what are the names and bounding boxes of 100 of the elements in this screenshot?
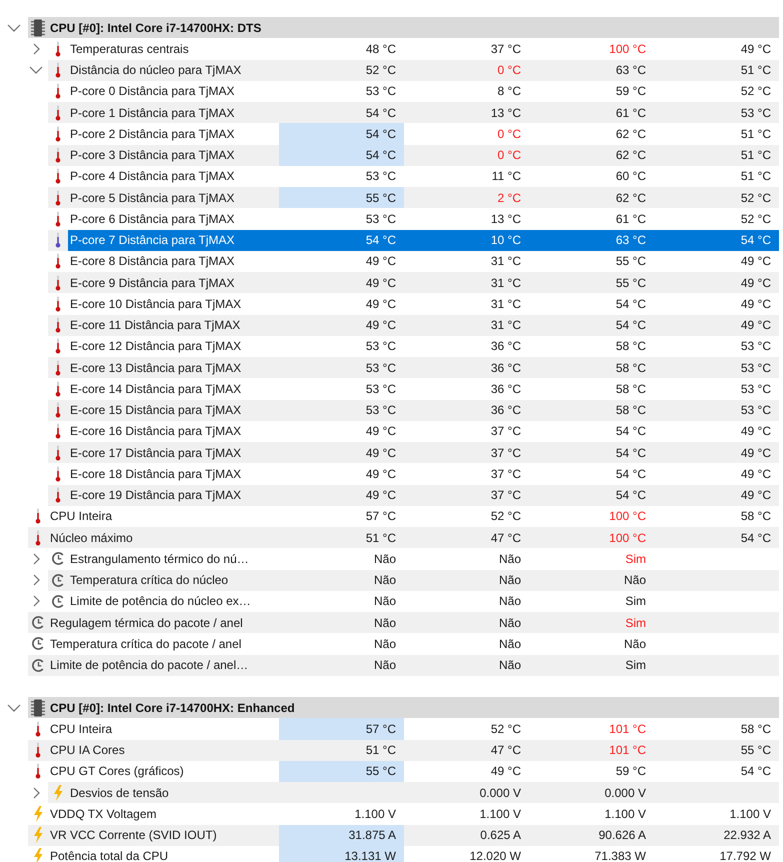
table-row[interactable]: CPU IA Cores 51 °C 47 °C 101 °C 55 °C: [28, 740, 779, 761]
sensor-label: E-core 18 Distância para TjMAX: [70, 466, 242, 481]
sensor-reading: 55 °C: [366, 190, 396, 205]
sensor-reading: Não: [374, 573, 396, 588]
sensor-reading: 49 °C: [366, 466, 396, 481]
sensor-label: CPU IA Cores: [50, 743, 125, 758]
table-row[interactable]: E-core 9 Distância para TjMAX 49 °C 31 °C 55 °C 49 °C: [48, 272, 779, 294]
thermometer-icon: [35, 508, 41, 524]
section-title: CPU [#0]: Intel Core i7-14700HX: Enhanced: [49, 700, 295, 715]
lightning-icon: [53, 784, 63, 801]
sensor-reading: 101 °C: [609, 743, 646, 758]
sensor-reading: 11 °C: [492, 169, 521, 184]
sensor-reading: Não: [624, 636, 646, 651]
sensor-reading: 58 °C: [616, 403, 646, 418]
section-header[interactable]: CPU [#0]: Intel Core i7-14700HX: DTS: [28, 17, 779, 38]
chevron-right-icon[interactable]: [32, 786, 40, 799]
sensor-label: Desvios de tensão: [70, 786, 169, 800]
sensor-reading: 53 °C: [740, 360, 771, 375]
sensor-reading: 49 °C: [740, 488, 771, 502]
section-title: CPU [#0]: Intel Core i7-14700HX: DTS: [49, 20, 262, 35]
chevron-right-icon[interactable]: [32, 42, 40, 55]
sensor-reading: 49 °C: [366, 424, 396, 438]
table-row[interactable]: P-core 5 Distância para TjMAX 55 °C 2 °C 62 °C 52 °C: [48, 187, 779, 208]
sensor-reading: 100 °C: [609, 42, 646, 56]
sensor-reading: 49 °C: [366, 318, 396, 332]
sensor-reading: 55 °C: [366, 764, 396, 778]
chevron-down-icon[interactable]: [29, 66, 43, 74]
chevron-down-icon[interactable]: [7, 704, 21, 712]
sensor-label: E-core 14 Distância para TjMAX: [70, 382, 242, 396]
sensor-reading: 54 °C: [616, 318, 646, 332]
table-row[interactable]: E-core 11 Distância para TjMAX 49 °C 31 °C 54 °C 49 °C: [48, 314, 779, 336]
sensor-reading: 51 °C: [740, 148, 771, 162]
thermometer-icon: [55, 210, 61, 227]
sensor-reading: 53 °C: [366, 212, 396, 226]
sensor-reading: 54 °C: [366, 126, 396, 141]
sensor-reading: 47 °C: [490, 743, 521, 758]
table-row[interactable]: E-core 15 Distância para TjMAX 53 °C 36 °C 58 °C 53 °C: [48, 400, 779, 421]
thermometer-icon: [55, 104, 61, 121]
sensor-reading: 0.625 A: [480, 828, 521, 842]
table-row[interactable]: P-core 1 Distância para TjMAX 54 °C 13 °C 61 °C 53 °C: [48, 102, 779, 124]
sensor-reading: 51 °C: [740, 126, 771, 141]
sensor-reading: Não: [498, 594, 521, 608]
sensor-reading: 53 °C: [740, 339, 771, 354]
sensor-reading: 100 °C: [609, 509, 646, 524]
sensor-reading: 62 °C: [616, 148, 646, 162]
sensor-reading: 17.792 W: [720, 849, 771, 862]
table-row[interactable]: E-core 13 Distância para TjMAX 53 °C 36 °C 58 °C 53 °C: [48, 357, 779, 378]
thermometer-icon: [55, 274, 61, 291]
sensor-label: E-core 8 Distância para TjMAX: [70, 254, 235, 268]
thermometer-icon: [55, 423, 61, 440]
table-row[interactable]: Desvios de tensão 0.000 V 0.000 V: [48, 782, 779, 804]
sensor-reading: Sim: [625, 594, 646, 608]
table-row[interactable]: Núcleo máximo 51 °C 47 °C 100 °C 54 °C: [28, 527, 779, 548]
table-row[interactable]: Limite de potência do pacote / anel… Não Não Sim: [28, 654, 779, 676]
sensor-reading: Não: [498, 552, 521, 566]
sensor-reading: 2 °C: [498, 190, 521, 205]
sensor-reading: 61 °C: [616, 212, 646, 226]
table-row[interactable]: Distância do núcleo para TjMAX 52 °C 0 °C 63 °C 51 °C: [48, 60, 779, 81]
sensor-label: CPU Inteira: [50, 722, 112, 736]
clock-icon: [52, 594, 64, 608]
sensor-reading: 51 °C: [366, 743, 396, 758]
sensor-reading: 63 °C: [616, 233, 646, 248]
sensor-reading: 53 °C: [366, 169, 396, 184]
section-header[interactable]: CPU [#0]: Intel Core i7-14700HX: Enhanced: [28, 697, 779, 718]
chevron-down-icon[interactable]: [7, 24, 21, 32]
sensor-label: E-core 10 Distância para TjMAX: [70, 296, 242, 311]
table-row[interactable]: E-core 17 Distância para TjMAX 49 °C 37 °C 54 °C 49 °C: [48, 442, 779, 464]
thermometer-icon: [55, 253, 61, 270]
chevron-right-icon[interactable]: [32, 552, 40, 565]
sensor-reading: 37 °C: [490, 466, 521, 481]
sensor-label: E-core 9 Distância para TjMAX: [70, 276, 235, 290]
sensor-reading: 58 °C: [616, 339, 646, 354]
table-row[interactable]: Regulagem térmica do pacote / anel Não Não Sim: [28, 612, 779, 634]
table-row[interactable]: E-core 19 Distância para TjMAX 49 °C 37 °C 54 °C 49 °C: [48, 484, 779, 506]
sensor-reading: 71.383 W: [594, 849, 646, 862]
chevron-right-icon[interactable]: [32, 574, 40, 586]
thermometer-icon: [55, 296, 61, 312]
sensor-reading: 55 °C: [616, 254, 646, 268]
chevron-right-icon[interactable]: [32, 595, 40, 608]
sensor-reading: 49 °C: [366, 446, 396, 460]
sensor-reading: 90.626 A: [598, 828, 646, 842]
table-row[interactable]: P-core 7 Distância para TjMAX 54 °C 10 °C 63 °C 54 °C: [48, 230, 779, 251]
sensor-reading: 52 °C: [366, 63, 396, 78]
sensor-reading: 54 °C: [366, 233, 396, 248]
sensor-reading: 58 °C: [740, 722, 771, 736]
thermometer-icon: [55, 380, 61, 397]
table-row[interactable]: VR VCC Corrente (SVID IOUT) 31.875 A 0.625 A 90.626 A 22.932 A: [28, 824, 779, 846]
sensor-label: Regulagem térmica do pacote / anel: [50, 616, 243, 630]
table-row[interactable]: Temperatura crítica do núcleo Não Não Não: [48, 570, 779, 591]
thermometer-icon: [35, 530, 41, 546]
sensor-reading: 53 °C: [740, 382, 771, 396]
sensor-reading: 37 °C: [490, 42, 521, 56]
table-row[interactable]: P-core 3 Distância para TjMAX 54 °C 0 °C 62 °C 51 °C: [48, 144, 779, 166]
sensor-label: E-core 16 Distância para TjMAX: [70, 424, 242, 438]
thermometer-icon: [35, 763, 41, 780]
thermometer-icon: [55, 232, 61, 248]
sensor-reading: 37 °C: [490, 446, 521, 460]
thermometer-icon: [55, 168, 61, 184]
sensor-reading: Sim: [625, 552, 646, 566]
sensor-reading: 60 °C: [616, 169, 646, 184]
